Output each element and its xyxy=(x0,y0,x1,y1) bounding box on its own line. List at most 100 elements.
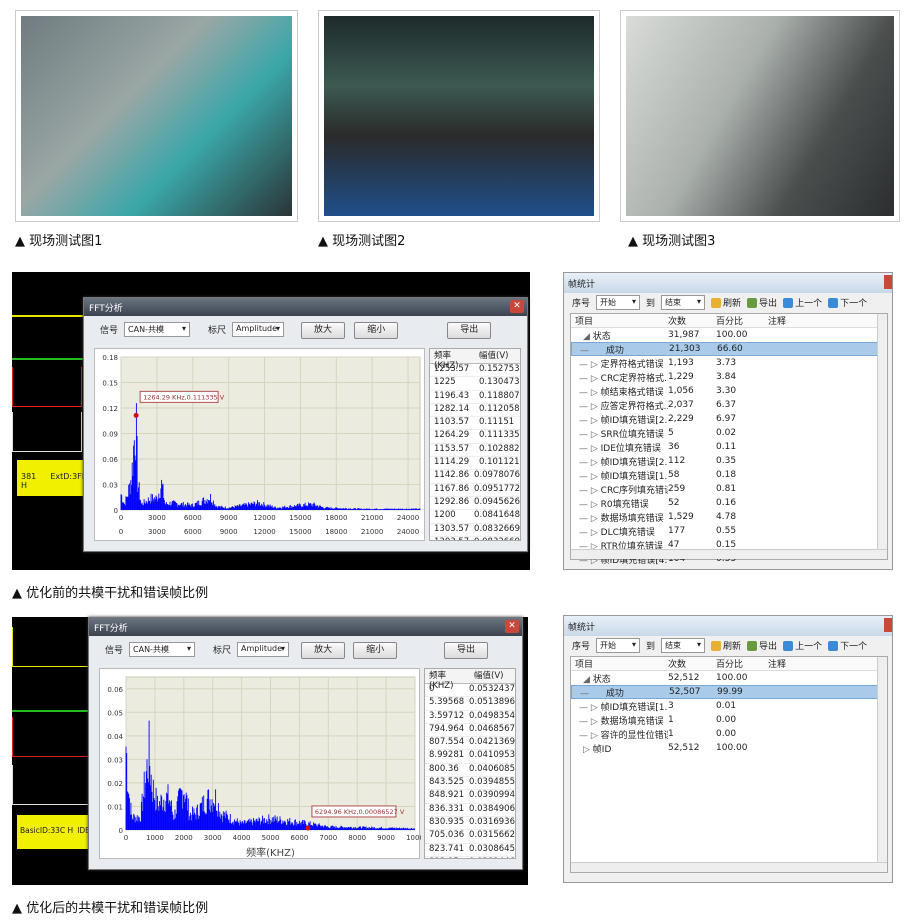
to-select[interactable]: 结束 xyxy=(661,294,706,310)
table-row[interactable]: 1253.57 0.152753 xyxy=(430,364,520,378)
column-header[interactable]: 百分比 xyxy=(716,657,768,670)
table-row[interactable]: 5.39568 0.0513896 xyxy=(425,697,515,711)
table-row[interactable]: 1153.57 0.102882 xyxy=(430,444,520,458)
table-row[interactable]: 807.554 0.0421369 xyxy=(425,737,515,751)
horizontal-scrollbar[interactable] xyxy=(571,549,887,559)
tree-row[interactable]: — 成功 52,507 99.99 xyxy=(571,685,887,699)
amplitude-cell: 0.0841648 xyxy=(474,510,520,521)
amplitude-cell: 0.0291446 xyxy=(465,857,515,858)
table-row[interactable]: 836.331 0.0384906 xyxy=(425,804,515,817)
column-header[interactable]: 注释 xyxy=(768,314,820,327)
tree-row[interactable]: — 成功 21,303 66.60 xyxy=(571,342,887,356)
tree-row[interactable]: — ▷ 帧结束格式错误 1,056 3.30 xyxy=(571,384,887,398)
table-row[interactable]: 8.99281 0.0410953 xyxy=(425,750,515,764)
tree-row[interactable]: ◢ 状态 52,512 100.00 xyxy=(571,671,887,685)
to-select[interactable]: 结束 xyxy=(661,637,706,653)
tree-row[interactable]: — ▷ 容许的显性位错误 1 0.00 xyxy=(571,727,887,741)
zoom-out-button[interactable]: 缩小 xyxy=(354,322,399,339)
table-row[interactable]: 1225 0.130473 xyxy=(430,377,520,391)
horizontal-scrollbar[interactable] xyxy=(571,862,887,872)
table-row[interactable]: 1303.570.0832669 xyxy=(430,524,520,537)
tree-row[interactable]: — ▷ 帧ID填充错误[2... 2,229 6.97 xyxy=(571,412,887,426)
tree-row[interactable]: — ▷ CRC序列填充错误 259 0.81 xyxy=(571,482,887,496)
count-cell: 3 xyxy=(668,701,674,711)
refresh-button[interactable]: 刷新 xyxy=(711,639,741,652)
amplitude-cell: 0.130473 xyxy=(479,377,520,388)
column-header[interactable]: 项目 xyxy=(571,314,668,327)
tree-row[interactable]: ◢ 状态 31,987 100.00 xyxy=(571,328,887,342)
table-row[interactable]: 1103.57 0.11151 xyxy=(430,417,520,431)
table-row[interactable]: 1303.570.0832669 xyxy=(430,537,520,540)
vertical-scrollbar[interactable] xyxy=(877,314,887,559)
from-select[interactable]: 开始 xyxy=(596,294,641,310)
tree-row[interactable]: — ▷ 帧ID填充错误[1... 3 0.01 xyxy=(571,699,887,713)
table-row[interactable]: 812.950.0291446 xyxy=(425,857,515,858)
column-header[interactable]: 次数 xyxy=(668,314,716,327)
table-row[interactable]: 1167.86 0.0951772 xyxy=(430,484,520,497)
export-button[interactable]: 导出 xyxy=(447,322,492,339)
next-button[interactable]: 下一个 xyxy=(828,639,867,652)
tree-row[interactable]: — ▷ 帧ID填充错误[2... 112 0.35 xyxy=(571,454,887,468)
tree-row[interactable]: — ▷ DLC填充错误 177 0.55 xyxy=(571,524,887,538)
x-tick-label: 3000 xyxy=(204,834,222,842)
scale-select[interactable]: Amplitude xyxy=(232,322,285,337)
next-button[interactable]: 下一个 xyxy=(828,296,867,309)
expand-icon[interactable]: ◢ xyxy=(575,332,593,342)
table-row[interactable]: 1114.29 0.101121 xyxy=(430,457,520,471)
signal-select[interactable]: CAN-共模 xyxy=(129,642,196,657)
tree-row[interactable]: ▷ 帧ID 52,512 100.00 xyxy=(571,741,887,755)
table-row[interactable]: 1142.86 0.0978076 xyxy=(430,470,520,484)
table-row[interactable]: 794.964 0.0468567 xyxy=(425,724,515,738)
item-name: 成功 xyxy=(605,345,624,356)
frequency-cell: 705.036 xyxy=(429,830,465,841)
previous-button[interactable]: 上一个 xyxy=(783,639,822,652)
tree-row[interactable]: — ▷ R0填充错误 52 0.16 xyxy=(571,496,887,510)
expand-icon[interactable]: ◢ xyxy=(575,675,593,685)
table-row[interactable]: 1282.14 0.112058 xyxy=(430,404,520,418)
table-row[interactable]: 830.935 0.0316936 xyxy=(425,817,515,831)
zoom-out-button[interactable]: 缩小 xyxy=(353,642,398,659)
close-button[interactable] xyxy=(884,275,892,289)
vertical-scrollbar[interactable] xyxy=(877,657,887,872)
tree-row[interactable]: — ▷ IDE位填充错误 36 0.11 xyxy=(571,440,887,454)
close-button[interactable]: ✕ xyxy=(510,300,524,313)
tree-row[interactable]: — ▷ SRR位填充错误 5 0.02 xyxy=(571,426,887,440)
table-row[interactable]: 1264.29 0.111335 xyxy=(430,430,520,444)
table-row[interactable]: 1200 0.0841648 xyxy=(430,510,520,524)
previous-button[interactable]: 上一个 xyxy=(783,296,822,309)
export-button[interactable]: 导出 xyxy=(747,296,777,309)
column-header[interactable]: 项目 xyxy=(571,657,668,670)
table-row[interactable]: 823.741 0.0308645 xyxy=(425,844,515,857)
column-header[interactable]: 注释 xyxy=(768,657,820,670)
tree-row[interactable]: — ▷ 应答定界符格式... 2,037 6.37 xyxy=(571,398,887,412)
from-select[interactable]: 开始 xyxy=(596,637,641,653)
table-row[interactable]: 3.59712 0.0498354 xyxy=(425,711,515,724)
table-row[interactable]: 848.921 0.0390994 xyxy=(425,790,515,804)
refresh-button[interactable]: 刷新 xyxy=(711,296,741,309)
table-row[interactable]: 1196.43 0.118807 xyxy=(430,391,520,404)
tree-row[interactable]: — ▷ 数据场填充错误 1,529 4.78 xyxy=(571,510,887,524)
item-name: 容许的显性位错误 xyxy=(600,730,668,741)
signal-select[interactable]: CAN-共模 xyxy=(124,322,191,337)
y-tick-label: 0.15 xyxy=(102,380,118,388)
tree-row[interactable]: — ▷ 定界符格式错误 1,193 3.73 xyxy=(571,356,887,370)
scale-select[interactable]: Amplitude xyxy=(237,642,290,657)
table-row[interactable]: 843.525 0.0394855 xyxy=(425,777,515,791)
tree-branch-icon[interactable]: ▷ xyxy=(575,745,593,755)
table-row[interactable]: 1292.86 0.0945626 xyxy=(430,497,520,511)
export-button[interactable]: 导出 xyxy=(444,642,489,659)
zoom-in-button[interactable]: 放大 xyxy=(301,642,346,659)
table-row[interactable]: 705.036 0.0315662 xyxy=(425,830,515,844)
table-row[interactable]: 0 0.0532437 xyxy=(425,684,515,698)
zoom-in-button[interactable]: 放大 xyxy=(301,322,346,339)
column-header[interactable]: 次数 xyxy=(668,657,716,670)
amplitude-cell: 0.0384906 xyxy=(469,803,515,814)
tree-row[interactable]: — ▷ CRC定界符格式... 1,229 3.84 xyxy=(571,370,887,384)
tree-row[interactable]: — ▷ 数据场填充错误 1 0.00 xyxy=(571,713,887,727)
tree-row[interactable]: — ▷ 帧ID填充错误[1... 58 0.18 xyxy=(571,468,887,482)
table-row[interactable]: 800.36 0.0406085 xyxy=(425,764,515,778)
close-button[interactable]: ✕ xyxy=(505,620,519,633)
column-header[interactable]: 百分比 xyxy=(716,314,768,327)
close-button[interactable] xyxy=(884,618,892,632)
export-button[interactable]: 导出 xyxy=(747,639,777,652)
